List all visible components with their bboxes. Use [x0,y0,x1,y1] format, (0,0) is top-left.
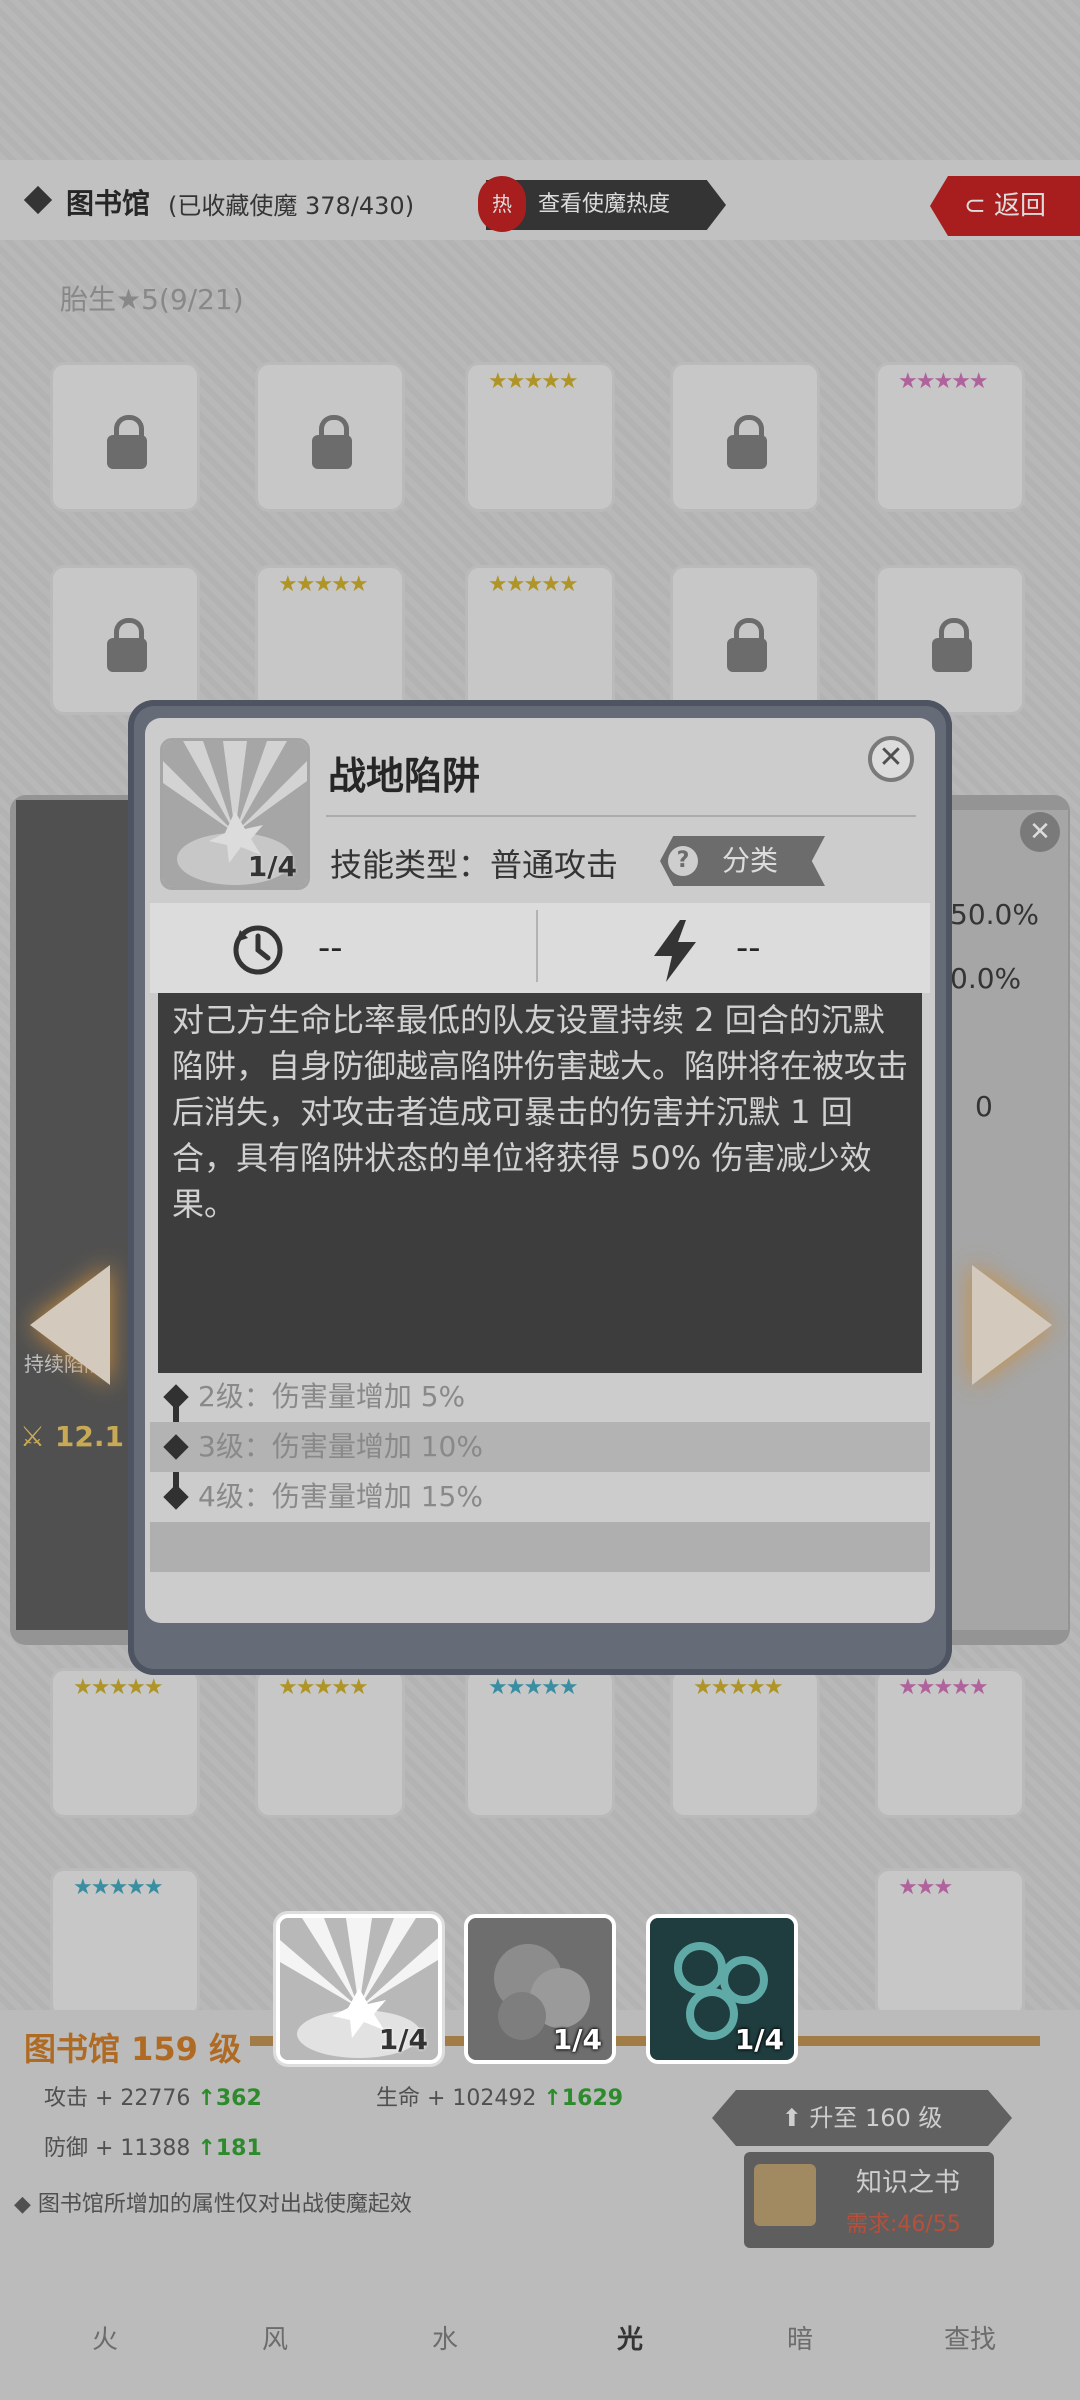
skill-type-label: 技能类型： [330,846,491,884]
rarity-stars: ★★★★★ [278,572,369,597]
previous-arrow-icon[interactable] [30,1265,110,1385]
book-icon [754,2164,816,2226]
lock-icon [727,618,767,672]
tab-water[interactable]: 水 [360,2300,530,2380]
rarity-stars: ★★★★★ [488,572,579,597]
back-button[interactable]: ⊂ 返回 [930,176,1080,236]
stat-value: 50.0% [950,898,1039,931]
familiar-card[interactable] [50,362,200,512]
level-upgrade-row: 2级：伤害量增加 5% [198,1380,466,1413]
cooldown-value: -- [318,928,343,968]
next-arrow-icon[interactable] [972,1265,1052,1385]
tab-fire[interactable]: 火 [20,2300,190,2380]
hp-bonus: 生命 + 102492 ↑1629 [376,2086,624,2111]
rarity-stars: ★★★★★ [73,1675,164,1700]
familiar-card[interactable]: ★★★★★ [670,1668,820,1818]
library-title: 图书馆 [66,187,151,220]
familiar-card[interactable]: ★★★★★ [465,1668,615,1818]
divider [326,815,916,817]
section-label: 胎生★5(9/21) [60,283,244,316]
up-arrow-icon: ⬆ [781,2104,810,2132]
skill-level-badge: 1/4 [247,850,297,883]
sword-icon: ⚔ [20,1420,55,1453]
skill-type: 技能类型：普通攻击 [330,840,618,886]
stat-value: 0 [975,1090,993,1123]
library-level: 图书馆 159 级 [24,2030,242,2068]
familiar-card[interactable]: ★★★ [875,1868,1025,2018]
familiar-card[interactable] [255,362,405,512]
back-label: 返回 [994,191,1047,221]
familiar-card[interactable]: ★★★★★ [255,1668,405,1818]
lock-icon [107,618,147,672]
skill-slot-1[interactable]: 1/4 [276,1914,442,2064]
tab-wind[interactable]: 风 [190,2300,360,2380]
rarity-stars: ★★★★★ [693,1675,784,1700]
lock-icon [932,618,972,672]
help-icon[interactable]: ? [668,846,698,876]
rarity-stars: ★★★★★ [488,369,579,394]
level-upgrade-row: 4级：伤害量增加 15% [198,1480,483,1513]
hot-icon: 热 [478,176,526,232]
lock-icon [727,415,767,469]
skill-slot-2[interactable]: 1/4 [464,1914,616,2064]
close-icon[interactable]: ✕ [868,736,914,782]
skill-description: 对己方生命比率最低的队友设置持续 2 回合的沉默陷阱，自身防御越高陷阱伤害越大。… [158,993,922,1373]
skill-slot-3[interactable]: 1/4 [646,1914,798,2064]
skill-level-badge: 1/4 [734,2023,784,2056]
rarity-stars: ★★★★★ [898,1675,989,1700]
upgrade-button[interactable]: ⬆ 升至 160 级 [712,2090,1012,2146]
info-note: ◆ 图书馆所增加的属性仅对出战使魔起效 [14,2192,412,2217]
rarity-stars: ★★★★★ [488,1675,579,1700]
collection-count: (已收藏使魔 378/430) [168,192,415,220]
hp-increase: ↑1629 [543,2086,624,2111]
back-arrow-icon: ⊂ [963,191,995,221]
skill-level-badge: 1/4 [552,2023,602,2056]
energy-icon [650,920,700,986]
divider [536,910,538,982]
familiar-card[interactable]: ★★★★★ [50,1868,200,2018]
defense-bonus: 防御 + 11388 ↑181 [44,2136,262,2161]
cooldown-icon [230,922,286,982]
skill-icon: 1/4 [160,738,310,890]
skill-level-badge: 1/4 [378,2023,428,2056]
skill-title: 战地陷阱 [328,754,481,798]
familiar-card[interactable]: ★★★★★ [465,565,615,715]
familiar-card[interactable]: ★★★★★ [50,1668,200,1818]
familiar-card[interactable]: ★★★★★ [875,362,1025,512]
skill-type-value: 普通攻击 [490,846,619,884]
info-icon: ◆ [14,2192,38,2217]
book-name: 知识之书 [856,2168,961,2198]
tab-dark[interactable]: 暗 [715,2300,885,2380]
familiar-card[interactable]: ★★★★★ [255,565,405,715]
tab-search[interactable]: 查找 [885,2300,1055,2380]
familiar-card[interactable] [670,362,820,512]
stat-value: 0.0% [950,962,1022,995]
familiar-card[interactable] [50,565,200,715]
stats-column [938,810,1068,1630]
familiar-card[interactable] [670,565,820,715]
rarity-stars: ★★★★★ [898,369,989,394]
tab-light[interactable]: 光 [545,2300,715,2380]
familiar-card[interactable]: ★★★★★ [875,1668,1025,1818]
attack-stat: ⚔ 12.1 [20,1420,124,1453]
rarity-stars: ★★★★★ [278,1675,369,1700]
familiar-card[interactable]: ★★★★★ [465,362,615,512]
close-icon[interactable]: ✕ [1020,812,1060,852]
attack-bonus: 攻击 + 22776 ↑362 [44,2086,262,2111]
level-upgrade-row: 3级：伤害量增加 10% [150,1422,930,1472]
book-requirement: 需求:46/55 [846,2212,961,2237]
level-upgrade-row [150,1522,930,1572]
familiar-portrait [16,800,136,1630]
rarity-stars: ★★★★★ [73,1875,164,1900]
defense-increase: ↑181 [197,2136,262,2161]
familiar-card[interactable] [875,565,1025,715]
attack-increase: ↑362 [197,2086,262,2111]
rarity-stars: ★★★ [898,1875,953,1900]
lock-icon [107,415,147,469]
lock-icon [312,415,352,469]
energy-value: -- [736,928,761,968]
